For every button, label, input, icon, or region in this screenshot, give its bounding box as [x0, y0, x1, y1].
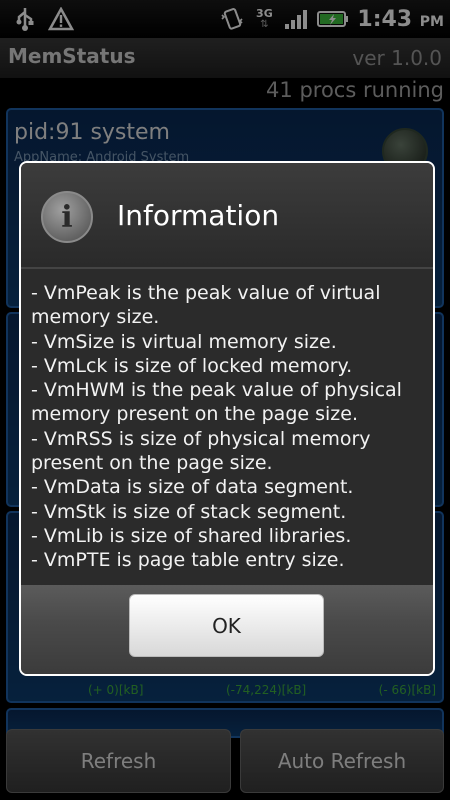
- dialog-footer: OK: [21, 585, 433, 674]
- dialog-message: - VmPeak is the peak value of virtual me…: [31, 281, 427, 573]
- info-line: - VmPeak is the peak value of virtual me…: [31, 282, 381, 329]
- info-line: - VmLck is size of locked memory.: [31, 354, 353, 377]
- information-dialog: i Information - VmPeak is the peak value…: [19, 161, 435, 676]
- info-line: - VmPTE is page table entry size.: [31, 549, 345, 572]
- info-line: - VmSize is virtual memory size.: [31, 330, 337, 353]
- info-icon: i: [41, 191, 93, 243]
- dialog-title: Information: [117, 199, 280, 232]
- dialog-header: i Information: [21, 163, 433, 269]
- info-line: - VmHWM is the peak value of physical me…: [31, 379, 402, 426]
- ok-button[interactable]: OK: [129, 594, 324, 657]
- info-line: - VmData is size of data segment.: [31, 476, 354, 499]
- info-line: - VmRSS is size of physical memory prese…: [31, 427, 371, 475]
- info-line: - VmStk is size of stack segment.: [31, 500, 347, 523]
- info-line: - VmLib is size of shared libraries.: [31, 524, 352, 547]
